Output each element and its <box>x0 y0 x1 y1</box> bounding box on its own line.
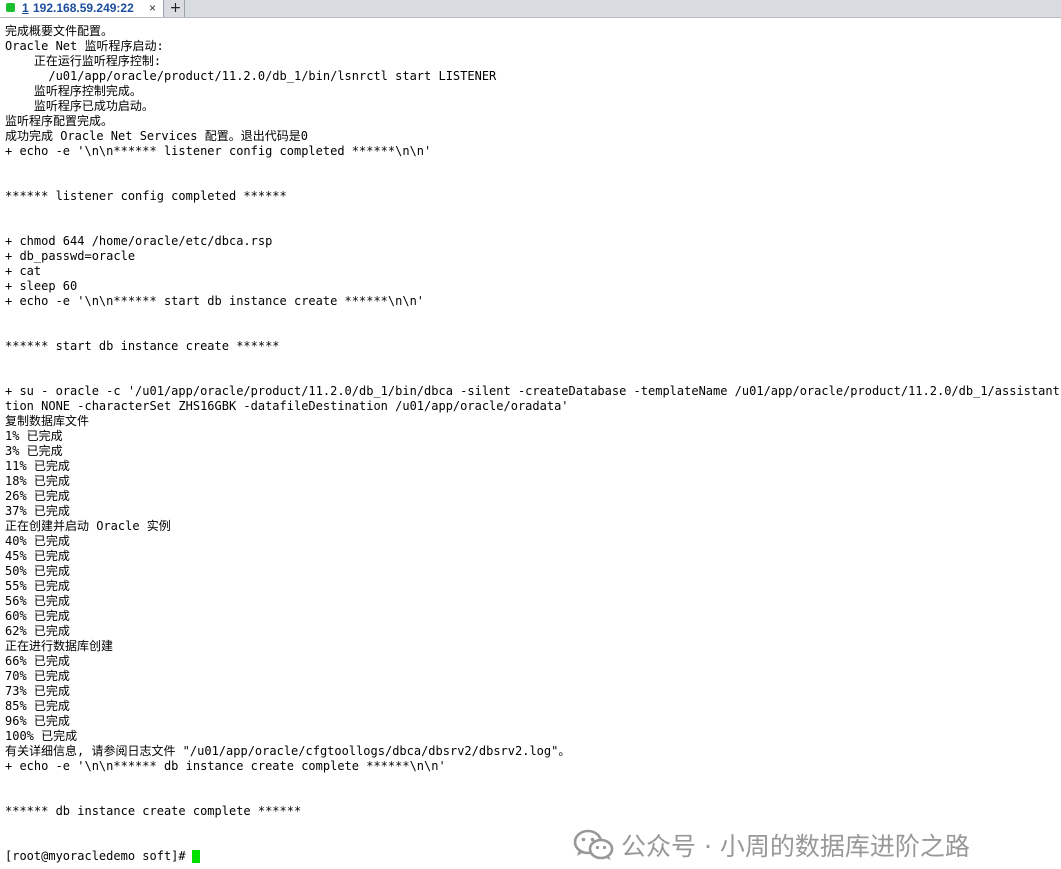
terminal-line: 62% 已完成 <box>5 624 70 638</box>
terminal-line: 3% 已完成 <box>5 444 63 458</box>
terminal-line: 11% 已完成 <box>5 459 70 473</box>
terminal-line: 50% 已完成 <box>5 564 70 578</box>
terminal-line: 正在进行数据库创建 <box>5 639 114 653</box>
terminal-line: 监听程序配置完成。 <box>5 114 114 128</box>
terminal-line: 40% 已完成 <box>5 534 70 548</box>
terminal-line: 56% 已完成 <box>5 594 70 608</box>
terminal-line: + sleep 60 <box>5 279 78 293</box>
watermark: 公众号 · 小周的数据库进阶之路 <box>573 828 970 862</box>
wechat-icon <box>573 829 614 860</box>
terminal-line: + cat <box>5 264 42 278</box>
terminal-line: 96% 已完成 <box>5 714 70 728</box>
terminal-line: + echo -e '\n\n****** db instance create… <box>5 759 446 773</box>
terminal-line: + echo -e '\n\n****** start db instance … <box>5 294 425 308</box>
terminal-line: + db_passwd=oracle <box>5 249 136 263</box>
terminal-line: + echo -e '\n\n****** listener config co… <box>5 144 432 158</box>
terminal-line: + chmod 644 /home/oracle/etc/dbca.rsp <box>5 234 273 248</box>
terminal-line: tion NONE -characterSet ZHS16GBK -datafi… <box>5 399 569 413</box>
tab-number: 1 <box>22 1 29 15</box>
terminal-line: 70% 已完成 <box>5 669 70 683</box>
terminal-line: 26% 已完成 <box>5 489 70 503</box>
terminal-line: 73% 已完成 <box>5 684 70 698</box>
shell-prompt: [root@myoracledemo soft]# <box>5 849 186 863</box>
terminal-line: 55% 已完成 <box>5 579 70 593</box>
watermark-text: 公众号 · 小周的数据库进阶之路 <box>621 832 970 861</box>
tab-title: 192.168.59.249:22 <box>33 1 134 15</box>
terminal-line: 正在创建并启动 Oracle 实例 <box>5 519 171 533</box>
text-cursor <box>191 850 200 863</box>
terminal-line: 66% 已完成 <box>5 654 70 668</box>
connection-status-icon <box>6 3 15 12</box>
terminal-line: ****** start db instance create ****** <box>5 339 280 353</box>
terminal-window: 1 192.168.59.249:22 × + 完成概要文件配置。 Oracle … <box>0 0 1061 869</box>
close-icon[interactable]: × <box>149 1 156 15</box>
terminal-line: + su - oracle -c '/u01/app/oracle/produc… <box>5 384 1061 398</box>
session-tab[interactable]: 1 192.168.59.249:22 × <box>0 0 164 17</box>
terminal-line: /u01/app/oracle/product/11.2.0/db_1/bin/… <box>5 69 497 83</box>
terminal-line: 复制数据库文件 <box>5 414 90 428</box>
terminal-line: 正在运行监听程序控制: <box>5 54 162 68</box>
terminal-line: 有关详细信息, 请参阅日志文件 "/u01/app/oracle/cfgtool… <box>5 744 571 758</box>
terminal-line: 45% 已完成 <box>5 549 70 563</box>
new-tab-button[interactable]: + <box>167 0 185 17</box>
terminal-output[interactable]: 完成概要文件配置。 Oracle Net 监听程序启动: 正在运行监听程序控制: … <box>0 18 1061 869</box>
tab-bar: 1 192.168.59.249:22 × + <box>0 0 1061 18</box>
terminal-line: 18% 已完成 <box>5 474 70 488</box>
terminal-line: 85% 已完成 <box>5 699 70 713</box>
terminal-line: 60% 已完成 <box>5 609 70 623</box>
terminal-line: ****** listener config completed ****** <box>5 189 287 203</box>
terminal-line: 监听程序控制完成。 <box>5 84 142 98</box>
terminal-line: 监听程序已成功启动。 <box>5 99 154 113</box>
terminal-line: ****** db instance create complete *****… <box>5 804 302 818</box>
terminal-lines: 完成概要文件配置。 Oracle Net 监听程序启动: 正在运行监听程序控制: … <box>5 24 1061 864</box>
terminal-line: 完成概要文件配置。 <box>5 24 114 38</box>
terminal-line: 1% 已完成 <box>5 429 63 443</box>
terminal-line: 37% 已完成 <box>5 504 70 518</box>
terminal-line: Oracle Net 监听程序启动: <box>5 39 164 53</box>
terminal-line: 100% 已完成 <box>5 729 78 743</box>
terminal-line: 成功完成 Oracle Net Services 配置。退出代码是0 <box>5 129 308 143</box>
